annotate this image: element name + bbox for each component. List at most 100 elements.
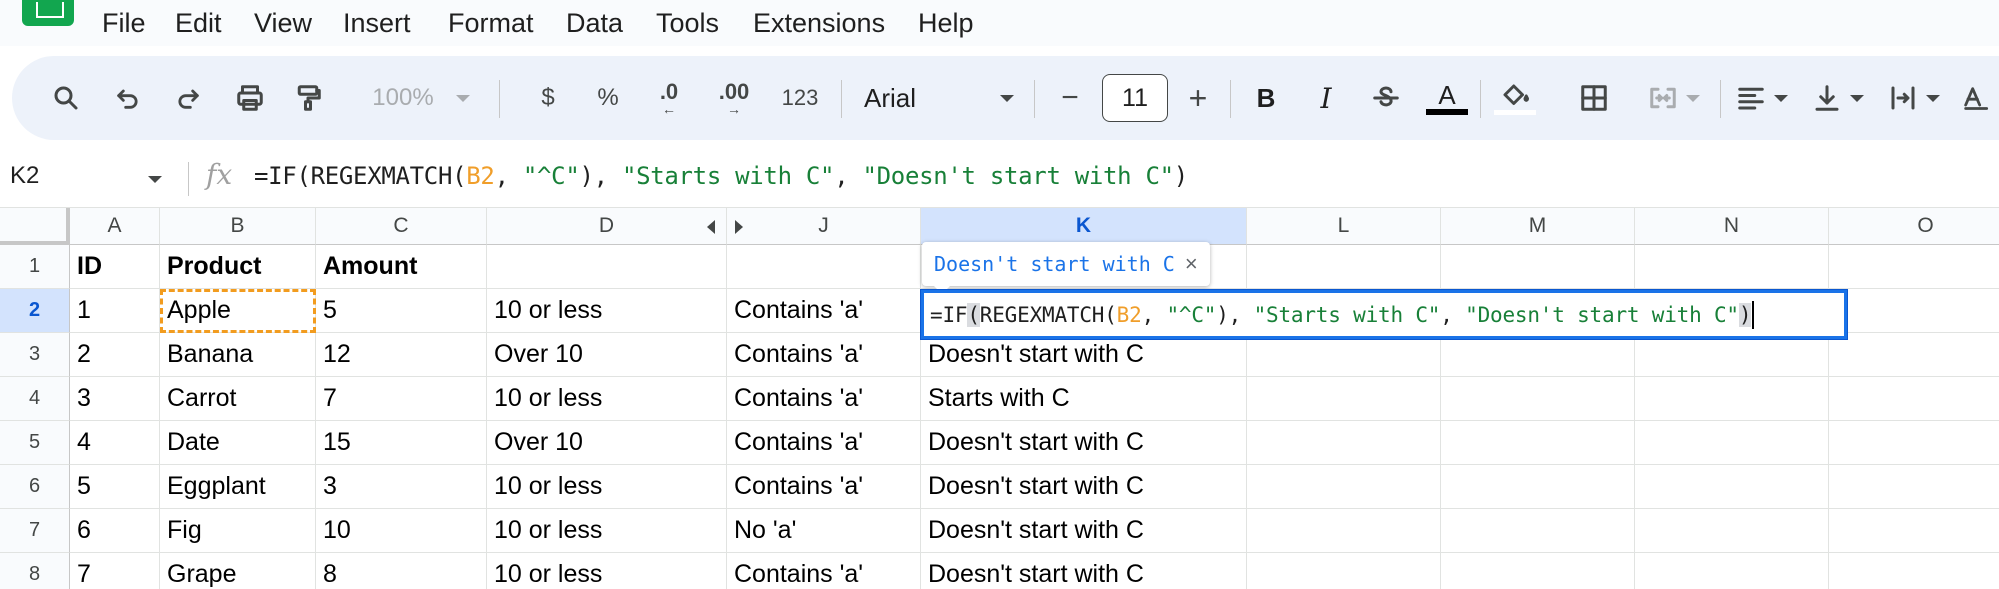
sheets-logo-icon[interactable] — [22, 0, 74, 26]
cell-d7[interactable]: 10 or less — [487, 509, 727, 553]
cell-a1[interactable]: ID — [70, 245, 160, 289]
search-menus-icon[interactable] — [46, 76, 86, 120]
cell-m1[interactable] — [1441, 245, 1635, 289]
column-header-o[interactable]: O — [1829, 208, 1999, 245]
cell-d4[interactable]: 10 or less — [487, 377, 727, 421]
increase-font-size-button[interactable]: + — [1178, 76, 1218, 120]
cell-o1[interactable] — [1829, 245, 1999, 289]
cell-o4[interactable] — [1829, 377, 1999, 421]
cell-n8[interactable] — [1635, 553, 1829, 589]
cell-o3[interactable] — [1829, 333, 1999, 377]
menu-extensions[interactable]: Extensions — [753, 8, 885, 39]
cell-j1[interactable] — [727, 245, 921, 289]
bold-button[interactable]: B — [1246, 76, 1286, 120]
cell-o7[interactable] — [1829, 509, 1999, 553]
cell-b5[interactable]: Date — [160, 421, 316, 465]
menu-view[interactable]: View — [254, 8, 312, 39]
cell-a2[interactable]: 1 — [70, 289, 160, 333]
cell-o5[interactable] — [1829, 421, 1999, 465]
column-header-k[interactable]: K — [921, 208, 1247, 245]
cell-o6[interactable] — [1829, 465, 1999, 509]
cell-n4[interactable] — [1635, 377, 1829, 421]
cell-d6[interactable]: 10 or less — [487, 465, 727, 509]
column-header-l[interactable]: L — [1247, 208, 1441, 245]
percent-format-button[interactable]: % — [588, 76, 628, 120]
menu-help[interactable]: Help — [918, 8, 974, 39]
cell-b6[interactable]: Eggplant — [160, 465, 316, 509]
font-family-select[interactable]: Arial — [854, 76, 1024, 120]
cell-l6[interactable] — [1247, 465, 1441, 509]
cell-l5[interactable] — [1247, 421, 1441, 465]
cell-l3[interactable] — [1247, 333, 1441, 377]
cell-k8[interactable]: Doesn't start with C — [921, 553, 1247, 589]
cell-j4[interactable]: Contains 'a' — [727, 377, 921, 421]
cell-m4[interactable] — [1441, 377, 1635, 421]
cell-l8[interactable] — [1247, 553, 1441, 589]
cell-b7[interactable]: Fig — [160, 509, 316, 553]
cell-b2[interactable]: Apple — [160, 289, 316, 333]
cell-m5[interactable] — [1441, 421, 1635, 465]
strikethrough-icon[interactable] — [1366, 76, 1406, 120]
menu-edit[interactable]: Edit — [175, 8, 222, 39]
cell-n6[interactable] — [1635, 465, 1829, 509]
column-header-b[interactable]: B — [160, 208, 316, 245]
cell-d8[interactable]: 10 or less — [487, 553, 727, 589]
column-header-m[interactable]: M — [1441, 208, 1635, 245]
italic-button[interactable]: I — [1306, 76, 1346, 120]
column-header-j[interactable]: J — [727, 208, 921, 245]
text-wrapping-icon[interactable] — [1882, 76, 1946, 120]
cell-j7[interactable]: No 'a' — [727, 509, 921, 553]
cell-k4[interactable]: Starts with C — [921, 377, 1247, 421]
fill-color-icon[interactable] — [1492, 76, 1538, 120]
cell-c2[interactable]: 5 — [316, 289, 487, 333]
menu-insert[interactable]: Insert — [343, 8, 411, 39]
menu-format[interactable]: Format — [448, 8, 534, 39]
cell-j8[interactable]: Contains 'a' — [727, 553, 921, 589]
cell-c3[interactable]: 12 — [316, 333, 487, 377]
cell-d2[interactable]: 10 or less — [487, 289, 727, 333]
cell-a4[interactable]: 3 — [70, 377, 160, 421]
cell-l1[interactable] — [1247, 245, 1441, 289]
zoom-select[interactable]: 100% — [356, 76, 486, 120]
row-header-1[interactable]: 1 — [0, 245, 70, 289]
cell-c7[interactable]: 10 — [316, 509, 487, 553]
menu-tools[interactable]: Tools — [656, 8, 719, 39]
print-icon[interactable] — [230, 76, 270, 120]
cell-o2[interactable] — [1829, 289, 1999, 333]
chevron-down-icon[interactable] — [148, 176, 162, 183]
cell-d3[interactable]: Over 10 — [487, 333, 727, 377]
row-header-3[interactable]: 3 — [0, 333, 70, 377]
cell-b4[interactable]: Carrot — [160, 377, 316, 421]
close-icon[interactable]: × — [1185, 251, 1198, 277]
cell-n1[interactable] — [1635, 245, 1829, 289]
row-header-8[interactable]: 8 — [0, 553, 70, 589]
menu-data[interactable]: Data — [566, 8, 623, 39]
cell-c4[interactable]: 7 — [316, 377, 487, 421]
cell-l7[interactable] — [1247, 509, 1441, 553]
cell-b3[interactable]: Banana — [160, 333, 316, 377]
cell-j6[interactable]: Contains 'a' — [727, 465, 921, 509]
borders-icon[interactable] — [1574, 76, 1614, 120]
more-formats-button[interactable]: 123 — [772, 76, 828, 120]
cell-a7[interactable]: 6 — [70, 509, 160, 553]
cell-c5[interactable]: 15 — [316, 421, 487, 465]
menu-file[interactable]: File — [102, 8, 146, 39]
formula-input[interactable]: =IF(REGEXMATCH(B2, "^C"), "Starts with C… — [254, 162, 1188, 190]
text-rotation-icon[interactable] — [1958, 76, 1992, 120]
cell-n3[interactable] — [1635, 333, 1829, 377]
column-header-a[interactable]: A — [70, 208, 160, 245]
cell-m7[interactable] — [1441, 509, 1635, 553]
name-box[interactable]: K2 — [10, 162, 39, 190]
decrease-decimal-button[interactable]: .0 ← — [644, 76, 694, 120]
cell-k7[interactable]: Doesn't start with C — [921, 509, 1247, 553]
merge-cells-icon[interactable] — [1636, 76, 1712, 120]
cell-o8[interactable] — [1829, 553, 1999, 589]
cell-c1[interactable]: Amount — [316, 245, 487, 289]
cell-n7[interactable] — [1635, 509, 1829, 553]
column-header-n[interactable]: N — [1635, 208, 1829, 245]
row-header-6[interactable]: 6 — [0, 465, 70, 509]
increase-decimal-button[interactable]: .00 → — [706, 76, 762, 120]
row-header-4[interactable]: 4 — [0, 377, 70, 421]
vertical-align-icon[interactable] — [1806, 76, 1870, 120]
cell-k5[interactable]: Doesn't start with C — [921, 421, 1247, 465]
